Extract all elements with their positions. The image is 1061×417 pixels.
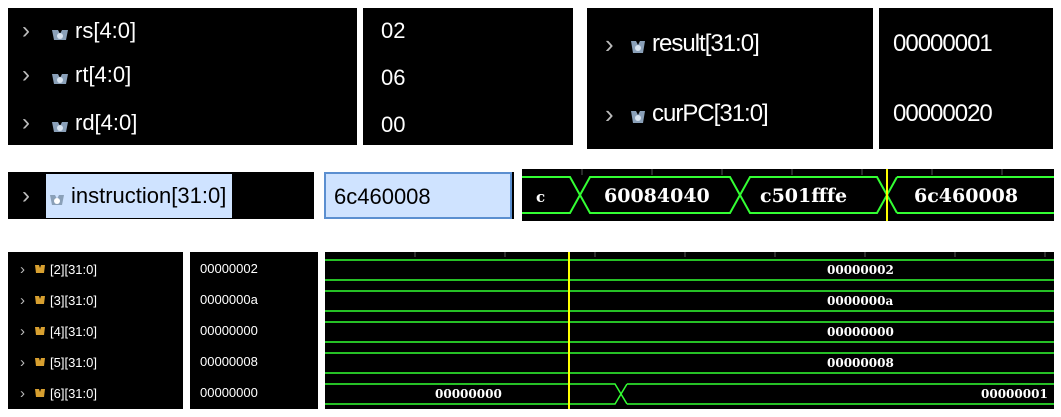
chevron-right-icon[interactable]: › [20, 292, 34, 309]
value-panel-b: 00000001 00000020 [879, 8, 1053, 149]
chevron-right-icon[interactable]: › [22, 61, 50, 89]
chevron-right-icon[interactable]: › [20, 323, 34, 340]
wave-value-label: c [536, 188, 545, 206]
signal-value: 06 [381, 65, 406, 90]
signal-name: [5][31:0] [50, 354, 97, 370]
bus-signal-icon [629, 35, 649, 53]
signal-value: 00000000 [200, 385, 258, 400]
wave-value-label: 00000000 [827, 325, 894, 339]
signal-name: [3][31:0] [50, 292, 97, 308]
bus-signal-icon [34, 325, 48, 337]
signal-name: [6][31:0] [50, 385, 97, 401]
chevron-right-icon[interactable]: › [22, 182, 46, 210]
register-row-2[interactable]: › [2][31:0] [8, 258, 97, 280]
signal-name: instruction[31:0] [71, 182, 227, 208]
signal-name: result[31:0] [652, 30, 760, 57]
wave-value-label: 60084040 [604, 185, 710, 207]
signal-name: rt[4:0] [75, 62, 132, 87]
signal-name: rs[4:0] [75, 18, 137, 43]
bus-signal-icon [34, 294, 48, 306]
signal-row-rs[interactable]: › rs[4:0] [8, 12, 136, 50]
selected-signal-highlight[interactable]: instruction[31:0] [46, 173, 233, 218]
wave-value-label: 00000008 [827, 356, 894, 370]
instruction-value-box[interactable]: 6c460008 [324, 172, 512, 219]
chevron-right-icon[interactable]: › [22, 109, 50, 137]
register-name-panel: › [2][31:0] › [3][31:0] › [4][31:0] › [5… [8, 252, 183, 409]
register-row-4[interactable]: › [4][31:0] [8, 320, 97, 342]
signal-value: 0000000a [200, 292, 258, 307]
bus-signal-icon [48, 188, 68, 205]
signal-value: 00000001 [893, 30, 993, 57]
signal-name: [2][31:0] [50, 261, 97, 277]
chevron-right-icon[interactable]: › [20, 385, 34, 402]
register-row-5[interactable]: › [5][31:0] [8, 351, 97, 373]
bus-signal-icon [50, 115, 72, 132]
bus-signal-icon [34, 356, 48, 368]
signal-value: 00000020 [893, 100, 993, 127]
chevron-right-icon[interactable]: › [605, 29, 629, 60]
signal-value: 02 [381, 18, 406, 43]
signal-name-panel-a: › rs[4:0] › rt[4:0] › rd[4:0] [8, 8, 357, 145]
register-row-6[interactable]: › [6][31:0] [8, 382, 97, 404]
wave-value-label: 00000000 [435, 387, 502, 401]
value-panel-a: 02 06 00 [363, 8, 573, 145]
signal-row-rt[interactable]: › rt[4:0] [8, 56, 131, 94]
wave-value-label: 0000000a [827, 294, 893, 308]
signal-value: 00 [381, 112, 406, 137]
signal-value: 00000008 [200, 354, 258, 369]
signal-value: 6c460008 [334, 184, 431, 209]
instruction-name-panel: › instruction[31:0] [8, 172, 314, 219]
signal-name: [4][31:0] [50, 323, 97, 339]
chevron-right-icon[interactable]: › [22, 17, 50, 45]
signal-value: 00000000 [200, 323, 258, 338]
signal-row-rd[interactable]: › rd[4:0] [8, 104, 137, 142]
signal-name: rd[4:0] [75, 110, 138, 135]
chevron-right-icon[interactable]: › [20, 354, 34, 371]
bus-signal-icon [50, 23, 72, 40]
signal-row-result[interactable]: › result[31:0] [587, 22, 760, 66]
register-value-panel: 00000002 0000000a 00000000 00000008 0000… [190, 252, 318, 409]
signal-name: curPC[31:0] [652, 100, 769, 127]
register-row-3[interactable]: › [3][31:0] [8, 289, 97, 311]
signal-name-panel-b: › result[31:0] › curPC[31:0] [587, 8, 873, 149]
chevron-right-icon[interactable]: › [605, 99, 629, 130]
signal-row-curpc[interactable]: › curPC[31:0] [587, 92, 769, 136]
bus-signal-icon [34, 387, 48, 399]
bus-signal-icon [629, 105, 649, 123]
register-waveform[interactable]: 00000002 0000000a 00000000 00000008 0000… [325, 252, 1054, 409]
wave-value-label: 00000002 [827, 263, 894, 277]
bus-signal-icon [34, 263, 48, 275]
wave-value-label: 6c460008 [914, 185, 1018, 207]
signal-value: 00000002 [200, 261, 258, 276]
bus-signal-icon [50, 67, 72, 84]
instruction-waveform[interactable]: c 60084040 c501fffe 6c460008 [522, 169, 1054, 221]
signal-row-instruction[interactable]: › instruction[31:0] [8, 172, 233, 219]
chevron-right-icon[interactable]: › [20, 261, 34, 278]
wave-value-label: 00000001 [981, 387, 1048, 401]
wave-value-label: c501fffe [760, 185, 847, 207]
instruction-value-panel: 6c460008 [324, 172, 514, 219]
